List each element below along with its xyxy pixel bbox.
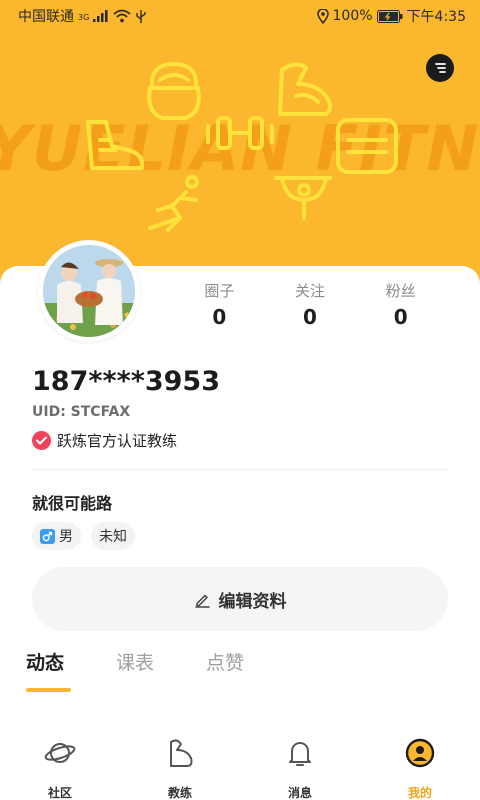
tab-schedule[interactable]: 课表: [116, 648, 154, 675]
stat-label: 关注: [295, 282, 326, 300]
stat-value: 0: [303, 305, 317, 329]
fitness-illustration: [86, 62, 398, 232]
arm-icon: [163, 736, 197, 770]
location-icon: [316, 8, 329, 24]
battery-percent: 100%: [332, 8, 373, 24]
info-tag: 未知: [91, 522, 135, 550]
stat-label: 圈子: [204, 282, 235, 300]
nav-community[interactable]: 社区: [0, 736, 120, 800]
nav-me[interactable]: 我的: [360, 736, 480, 800]
profile-stats: 圈子 0 关注 0 粉丝 0: [174, 280, 446, 329]
dumbbell-icon: [206, 116, 274, 150]
profile-tags: 男 未知: [32, 522, 135, 550]
avatar[interactable]: [38, 240, 140, 342]
planet-icon: [43, 736, 77, 770]
content-tabs: 动态 课表 点赞: [26, 648, 296, 675]
menu-button[interactable]: [426, 54, 454, 82]
stat-followers[interactable]: 粉丝 0: [355, 280, 446, 329]
certification-text: 跃炼官方认证教练: [57, 432, 178, 450]
tab-likes[interactable]: 点赞: [206, 648, 244, 675]
divider: [32, 469, 448, 470]
user-icon: [403, 736, 437, 770]
edit-profile-button[interactable]: 编辑资料: [32, 567, 448, 631]
certification-badge: 跃炼官方认证教练: [32, 430, 177, 451]
nav-label: 社区: [47, 786, 72, 800]
stat-following[interactable]: 关注 0: [265, 280, 356, 329]
nav-label: 教练: [167, 786, 192, 800]
edit-pencil-icon: [194, 594, 210, 608]
flexed-arm-icon: [278, 62, 332, 116]
user-uid: UID: STCFAX: [32, 404, 131, 420]
stat-value: 0: [212, 305, 227, 329]
nav-label: 消息: [287, 786, 312, 800]
info-tag-label: 未知: [99, 529, 127, 545]
gender-tag: 男: [32, 522, 81, 550]
stat-value: 0: [393, 305, 408, 329]
menu-icon: [435, 63, 446, 73]
battery-icon: [376, 9, 403, 23]
bottom-navigation: 社区 教练 消息 我的: [0, 736, 480, 800]
weight-bench-icon: [274, 176, 332, 220]
stat-label: 粉丝: [385, 282, 416, 300]
network-type: 3G: [78, 13, 90, 22]
tab-posts[interactable]: 动态: [26, 648, 64, 675]
carrier-name: 中国联通: [18, 9, 74, 25]
bio-text: 就很可能路: [32, 494, 113, 513]
kettlebell-icon: [147, 62, 201, 120]
status-bar: 中国联通 3G 100% 下午4:35: [0, 0, 480, 32]
active-tab-indicator: [26, 688, 71, 692]
fitness-machine-icon: [336, 118, 398, 174]
bell-icon: [283, 736, 317, 770]
male-icon: [40, 528, 55, 544]
edit-profile-label: 编辑资料: [218, 591, 287, 612]
signal-icon: [93, 10, 109, 22]
sneaker-icon: [86, 120, 145, 170]
avatar-photo: [43, 245, 135, 337]
stat-circles[interactable]: 圈子 0: [174, 280, 265, 329]
nav-coach[interactable]: 教练: [120, 736, 240, 800]
nav-label: 我的: [407, 786, 432, 800]
wifi-icon: [113, 9, 131, 23]
clock-time: 下午4:35: [406, 9, 466, 25]
runner-icon: [148, 175, 199, 232]
verified-check-icon: [32, 431, 51, 450]
username: 187****3953: [32, 366, 220, 397]
gender-label: 男: [59, 529, 73, 545]
usb-icon: [135, 9, 147, 24]
nav-messages[interactable]: 消息: [240, 736, 360, 800]
